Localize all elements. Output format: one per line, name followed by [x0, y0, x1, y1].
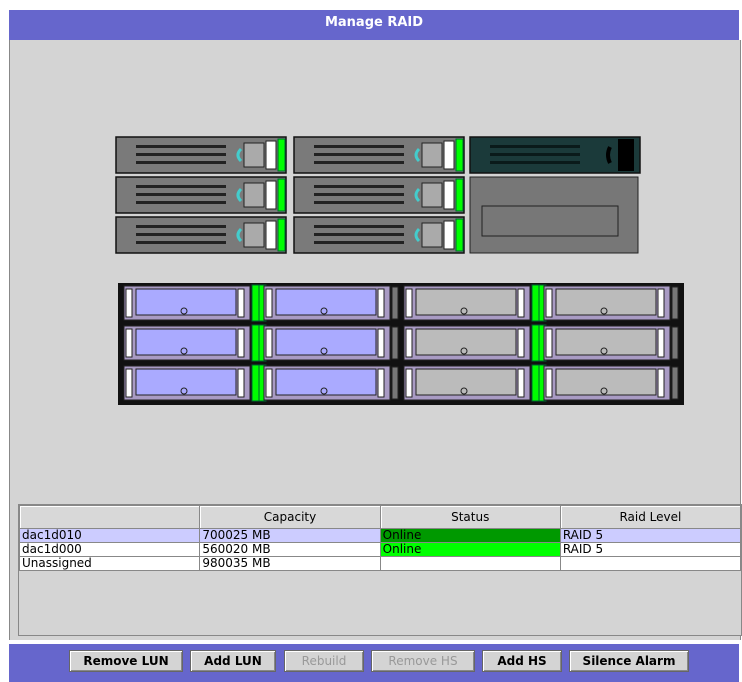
table-row[interactable]: Unassigned 980035 MB [18, 556, 742, 571]
lun-table-container: Capacity Status Raid Level dac1d010 7000… [18, 504, 742, 636]
add-lun-button[interactable]: Add LUN [190, 650, 276, 672]
server-drive-bay[interactable] [469, 136, 641, 174]
array-drive-unassigned[interactable] [543, 285, 679, 321]
main-panel: Capacity Status Raid Level dac1d010 7000… [9, 40, 742, 640]
array-drive-unassigned[interactable] [403, 284, 547, 322]
server-drive-bay[interactable] [293, 136, 465, 174]
remove-lun-button[interactable]: Remove LUN [69, 650, 183, 672]
table-row[interactable]: dac1d000 560020 MB Online RAID 5 [18, 542, 742, 557]
lun-table: Capacity Status Raid Level dac1d010 7000… [18, 505, 742, 571]
server-drive-bay[interactable] [293, 216, 465, 254]
array-drive-unassigned[interactable] [403, 324, 547, 362]
lun-capacity: 560020 MB [199, 542, 381, 557]
add-hs-button[interactable]: Add HS [482, 650, 562, 672]
array-drive-assigned[interactable] [123, 324, 267, 362]
lun-raid-level [559, 556, 742, 571]
array-drive-assigned[interactable] [123, 284, 267, 322]
array-drive-assigned[interactable] [263, 365, 399, 401]
header-name[interactable] [18, 505, 201, 529]
header-capacity[interactable]: Capacity [199, 505, 381, 529]
lun-capacity: 700025 MB [199, 528, 381, 543]
array-drive-unassigned[interactable] [543, 365, 679, 401]
header-status[interactable]: Status [379, 505, 561, 529]
lun-status: Online [379, 528, 561, 543]
lun-name: Unassigned [18, 556, 201, 571]
lun-name: dac1d010 [18, 528, 201, 543]
empty-bay-panel [469, 176, 639, 254]
server-drive-bay[interactable] [115, 216, 287, 254]
lun-raid-level: RAID 5 [559, 528, 742, 543]
rebuild-button[interactable]: Rebuild [284, 650, 364, 672]
array-drive-assigned[interactable] [123, 364, 267, 402]
button-bar: Remove LUN Add LUN Rebuild Remove HS Add… [9, 644, 739, 682]
manage-raid-window: Manage RAID Capacity Status Raid Level d… [0, 0, 742, 682]
server-drive-bay[interactable] [115, 136, 287, 174]
server-drive-bay[interactable] [293, 176, 465, 214]
header-raid-level[interactable]: Raid Level [559, 505, 742, 529]
server-drive-bay[interactable] [115, 176, 287, 214]
lun-raid-level: RAID 5 [559, 542, 742, 557]
lun-name: dac1d000 [18, 542, 201, 557]
silence-alarm-button[interactable]: Silence Alarm [569, 650, 689, 672]
lun-status [379, 556, 561, 571]
enclosure-view [115, 136, 684, 405]
array-drive-assigned[interactable] [263, 325, 399, 361]
array-drive-unassigned[interactable] [403, 364, 547, 402]
table-row[interactable]: dac1d010 700025 MB Online RAID 5 [18, 528, 742, 543]
array-drive-assigned[interactable] [263, 285, 399, 321]
table-header-row: Capacity Status Raid Level [18, 505, 742, 529]
window-title: Manage RAID [9, 10, 739, 40]
lun-status: Online [379, 542, 561, 557]
remove-hs-button[interactable]: Remove HS [371, 650, 475, 672]
lun-capacity: 980035 MB [199, 556, 381, 571]
array-drive-unassigned[interactable] [543, 325, 679, 361]
